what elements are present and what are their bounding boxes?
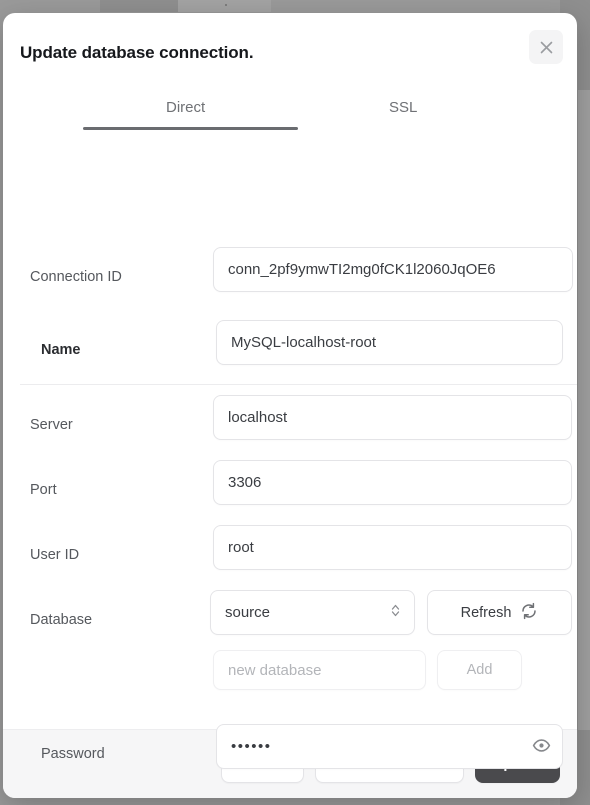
backdrop-strip	[100, 0, 178, 12]
server-label: Server	[30, 417, 73, 433]
name-input[interactable]	[216, 320, 563, 365]
password-label: Password	[41, 746, 105, 762]
form-section-divider	[20, 384, 577, 385]
backdrop-strip	[178, 0, 271, 12]
refresh-icon	[520, 602, 538, 624]
server-input[interactable]	[213, 395, 572, 440]
eye-icon	[532, 736, 551, 758]
user-id-label: User ID	[30, 547, 80, 563]
update-database-connection-dialog: Update database connection. Direct SSL C…	[3, 13, 577, 798]
database-label: Database	[30, 612, 93, 628]
tab-direct[interactable]: Direct	[166, 99, 205, 116]
refresh-databases-button[interactable]: Refresh	[427, 590, 572, 635]
user-id-input[interactable]	[213, 525, 572, 570]
dialog-header: Update database connection.	[3, 13, 577, 85]
password-input[interactable]	[216, 724, 563, 769]
close-icon	[538, 39, 555, 56]
refresh-button-label: Refresh	[460, 604, 512, 621]
tab-ssl[interactable]: SSL	[389, 99, 417, 116]
password-field-wrapper	[216, 724, 563, 769]
close-dialog-button[interactable]	[529, 30, 563, 64]
port-label: Port	[30, 482, 57, 498]
backdrop-dot	[225, 4, 227, 6]
database-select[interactable]: source	[210, 590, 415, 635]
backdrop-strip	[578, 90, 590, 730]
port-input[interactable]	[213, 460, 572, 505]
name-label: Name	[41, 342, 81, 358]
connection-id-input[interactable]	[213, 247, 573, 292]
connection-id-label: Connection ID	[30, 269, 122, 285]
dialog-title: Update database connection.	[20, 43, 254, 62]
active-tab-indicator	[83, 127, 298, 130]
database-select-value: source	[225, 604, 271, 621]
toggle-password-visibility-button[interactable]	[532, 736, 551, 758]
connection-form: Connection ID Name Server Port User ID D…	[3, 147, 577, 769]
add-database-button[interactable]: Add	[437, 650, 522, 690]
connection-mode-tabs: Direct SSL	[3, 85, 577, 147]
chevron-up-down-icon	[389, 602, 402, 623]
new-database-input[interactable]	[213, 650, 426, 690]
